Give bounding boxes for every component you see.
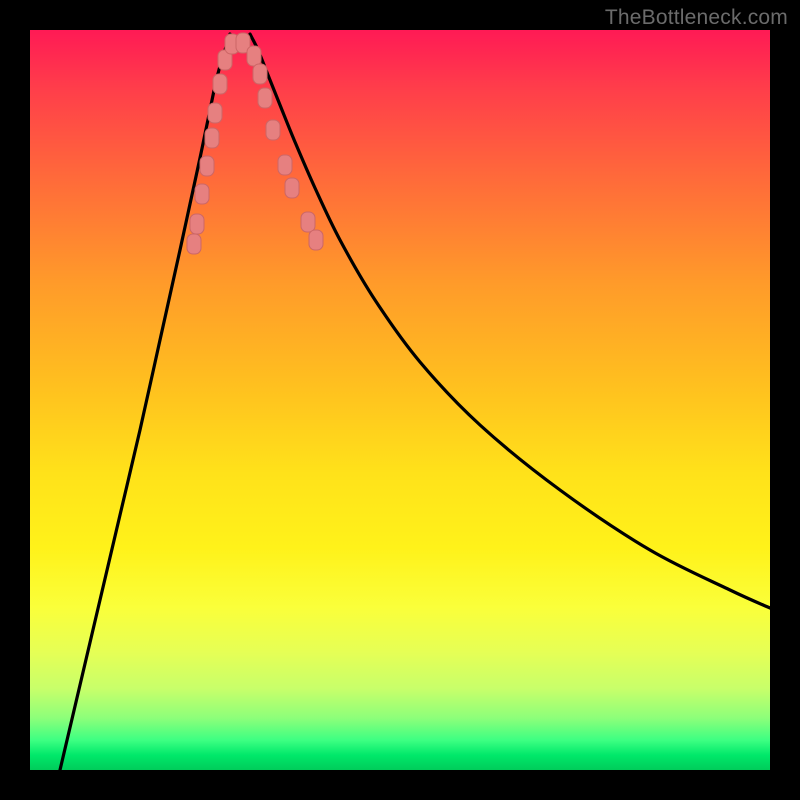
marker-point: [285, 178, 299, 198]
marker-point: [247, 46, 261, 66]
chart-stage: TheBottleneck.com: [0, 0, 800, 800]
plot-area: [30, 30, 770, 770]
marker-point: [200, 156, 214, 176]
right-branch-curve: [250, 34, 770, 608]
marker-point: [301, 212, 315, 232]
markers-group: [187, 33, 323, 254]
curve-layer: [30, 30, 770, 770]
marker-point: [208, 103, 222, 123]
marker-point: [187, 234, 201, 254]
marker-point: [309, 230, 323, 250]
left-branch-curve: [60, 34, 230, 770]
marker-point: [213, 74, 227, 94]
marker-point: [205, 128, 219, 148]
marker-point: [258, 88, 272, 108]
watermark-label: TheBottleneck.com: [605, 6, 788, 30]
marker-point: [266, 120, 280, 140]
marker-point: [253, 64, 267, 84]
marker-point: [195, 184, 209, 204]
marker-point: [190, 214, 204, 234]
marker-point: [278, 155, 292, 175]
